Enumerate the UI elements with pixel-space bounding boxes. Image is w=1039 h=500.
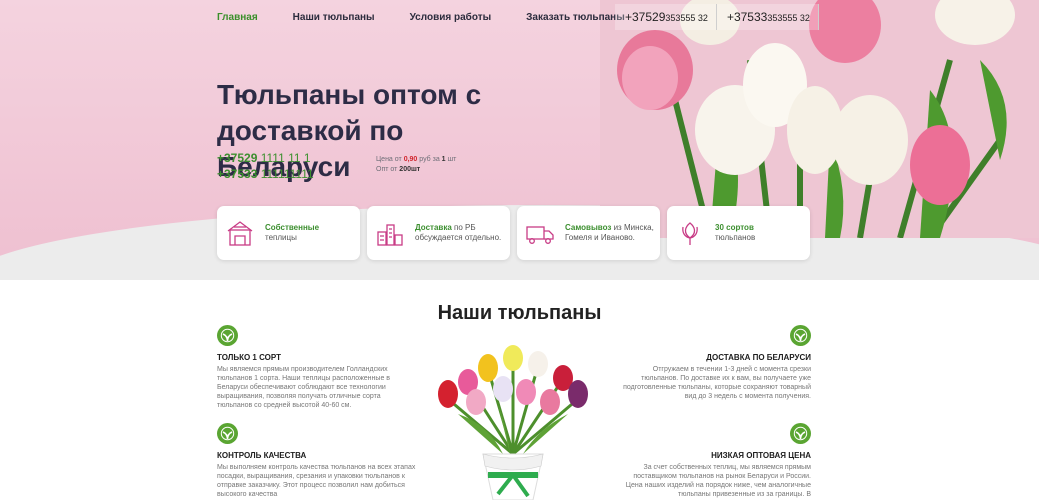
hero-phone-2[interactable]: +37533 111111111: [217, 166, 314, 182]
feature-text: Мы выполняем контроль качества тюльпанов…: [217, 464, 416, 498]
greenhouse-icon: [227, 221, 253, 246]
card-varieties: 30 сортов тюльпанов: [667, 206, 810, 260]
check-badge-icon: [217, 423, 238, 444]
city-icon: [377, 224, 403, 246]
price-info: Цена от 0,90 руб за 1 шт Опт от 200шт: [376, 156, 457, 173]
card-pickup: Самовывоз из Минска, Гомеля и Иваново.: [517, 206, 660, 260]
card-greenhouses: Собственные теплицы: [217, 206, 360, 260]
nav-home[interactable]: Главная: [217, 12, 258, 23]
nav-our-tulips[interactable]: Наши тюльпаны: [293, 12, 375, 23]
main-nav: Главная Наши тюльпаны Условия работы Зак…: [217, 12, 625, 23]
header-phones: +37529353555 32 +37533353555 32: [615, 4, 819, 30]
feature-title: КОНТРОЛЬ КАЧЕСТВА: [217, 451, 307, 460]
feature-text: Отгружаем в течении 1-3 дней с момента с…: [623, 366, 811, 400]
check-badge-icon: [790, 423, 811, 444]
nav-order[interactable]: Заказать тюльпаны: [526, 12, 625, 23]
feature-title: НИЗКАЯ ОПТОВАЯ ЦЕНА: [711, 451, 811, 460]
feature-title: ТОЛЬКО 1 СОРТ: [217, 353, 281, 362]
hero-phones: +37529 1111 11 1 +37533 111111111: [217, 150, 314, 182]
card-delivery: Доставка по РБ обсуждается отдельно.: [367, 206, 510, 260]
header-phone-2[interactable]: +37533353555 32: [716, 4, 819, 30]
feature-text: За счет собственных теплиц, мы являемся …: [625, 464, 811, 498]
feature-title: ДОСТАВКА ПО БЕЛАРУСИ: [706, 353, 811, 362]
nav-terms[interactable]: Условия работы: [410, 12, 492, 23]
feature-cards: Собственные теплицы Доставка по РБ обсужд…: [217, 206, 810, 260]
check-badge-icon: [217, 325, 238, 346]
truck-icon: [526, 226, 554, 244]
hero-section: Главная Наши тюльпаны Условия работы Зак…: [0, 0, 1039, 280]
feature-text: Мы являемся прямым производителем Голлан…: [217, 366, 390, 409]
section-title: Наши тюльпаны: [437, 302, 602, 324]
tulip-icon: [682, 222, 698, 245]
bouquet-image: [438, 345, 588, 500]
header-phone-1[interactable]: +37529353555 32: [615, 4, 717, 30]
check-badge-icon: [790, 325, 811, 346]
hero-phone-1[interactable]: +37529 1111 11 1: [217, 150, 314, 166]
tulips-photo: [600, 0, 1039, 238]
